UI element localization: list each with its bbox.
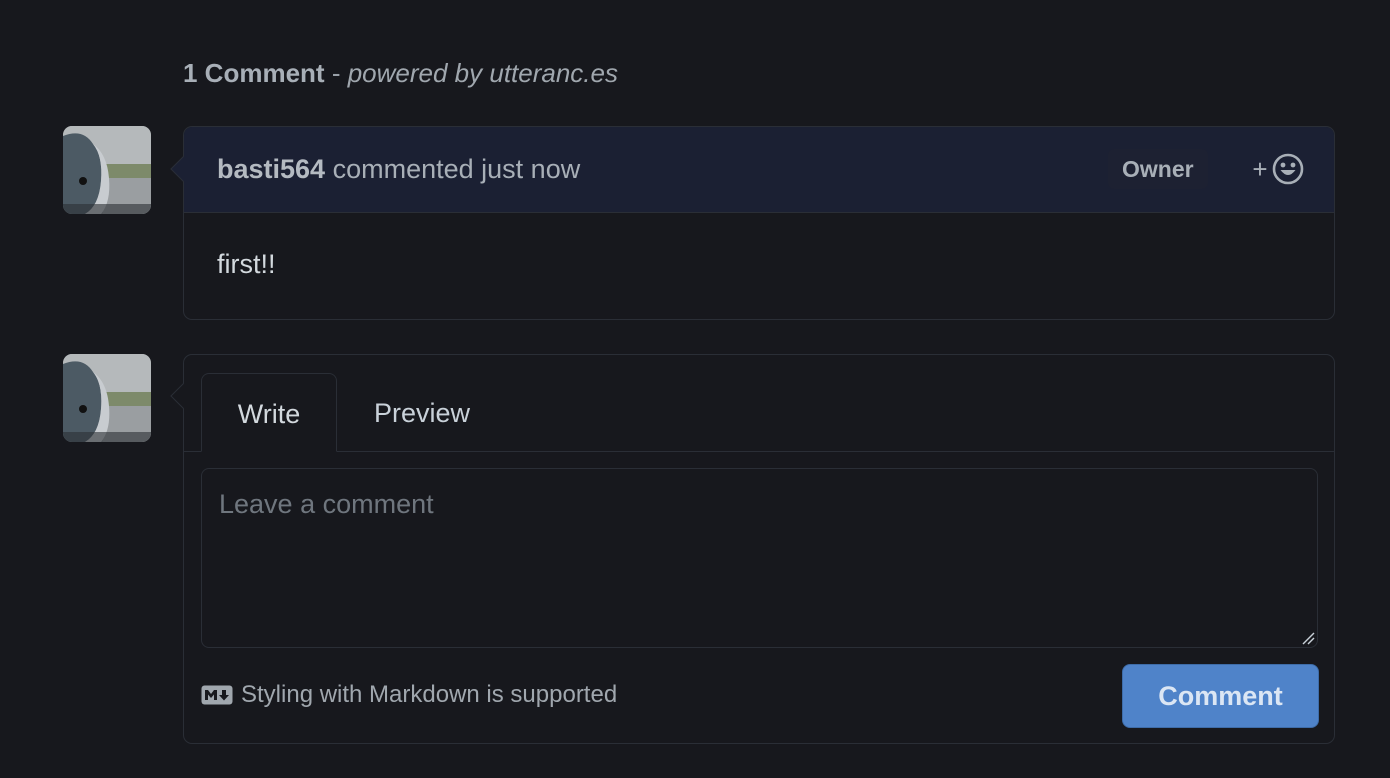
editor-tab-bar: Write Preview xyxy=(184,355,1334,452)
comment-body: first!! xyxy=(217,249,276,279)
avatar-image xyxy=(63,354,151,442)
markdown-note-text: Styling with Markdown is supported xyxy=(241,681,618,708)
tab-write[interactable]: Write xyxy=(201,373,337,452)
markdown-icon xyxy=(201,685,233,705)
comment-count: 1 Comment xyxy=(183,58,325,88)
comment-author-link[interactable]: basti564 xyxy=(217,154,325,184)
smiley-icon xyxy=(1272,153,1303,185)
new-comment-form: Write Preview Styling with Markdown is s… xyxy=(170,354,1335,744)
comment-textarea[interactable] xyxy=(201,468,1318,648)
utterances-comments: 1 Comment - powered by utteranc.es basti… xyxy=(0,0,1390,778)
submit-comment-button[interactable]: Comment xyxy=(1122,664,1319,728)
avatar-image xyxy=(63,126,151,214)
powered-by-link[interactable]: powered by utteranc.es xyxy=(348,58,618,88)
current-user-avatar[interactable] xyxy=(63,354,151,442)
markdown-help-link[interactable]: Styling with Markdown is supported xyxy=(201,681,617,709)
header-separator: - xyxy=(331,58,341,88)
comments-header: 1 Comment - powered by utteranc.es xyxy=(183,56,618,90)
comment-card: basti564 commented just now Owner + firs… xyxy=(170,126,1335,320)
add-reaction-button[interactable]: + xyxy=(1248,151,1308,187)
comment-meta: basti564 commented just now xyxy=(217,152,580,186)
owner-badge: Owner xyxy=(1108,149,1208,189)
tab-preview[interactable]: Preview xyxy=(352,373,492,451)
resize-handle-icon[interactable] xyxy=(1301,631,1315,645)
plus-icon: + xyxy=(1252,154,1268,184)
comment-author-avatar[interactable] xyxy=(63,126,151,214)
comment-timestamp[interactable]: commented just now xyxy=(333,154,581,184)
comment-header: basti564 commented just now Owner + xyxy=(184,127,1334,213)
